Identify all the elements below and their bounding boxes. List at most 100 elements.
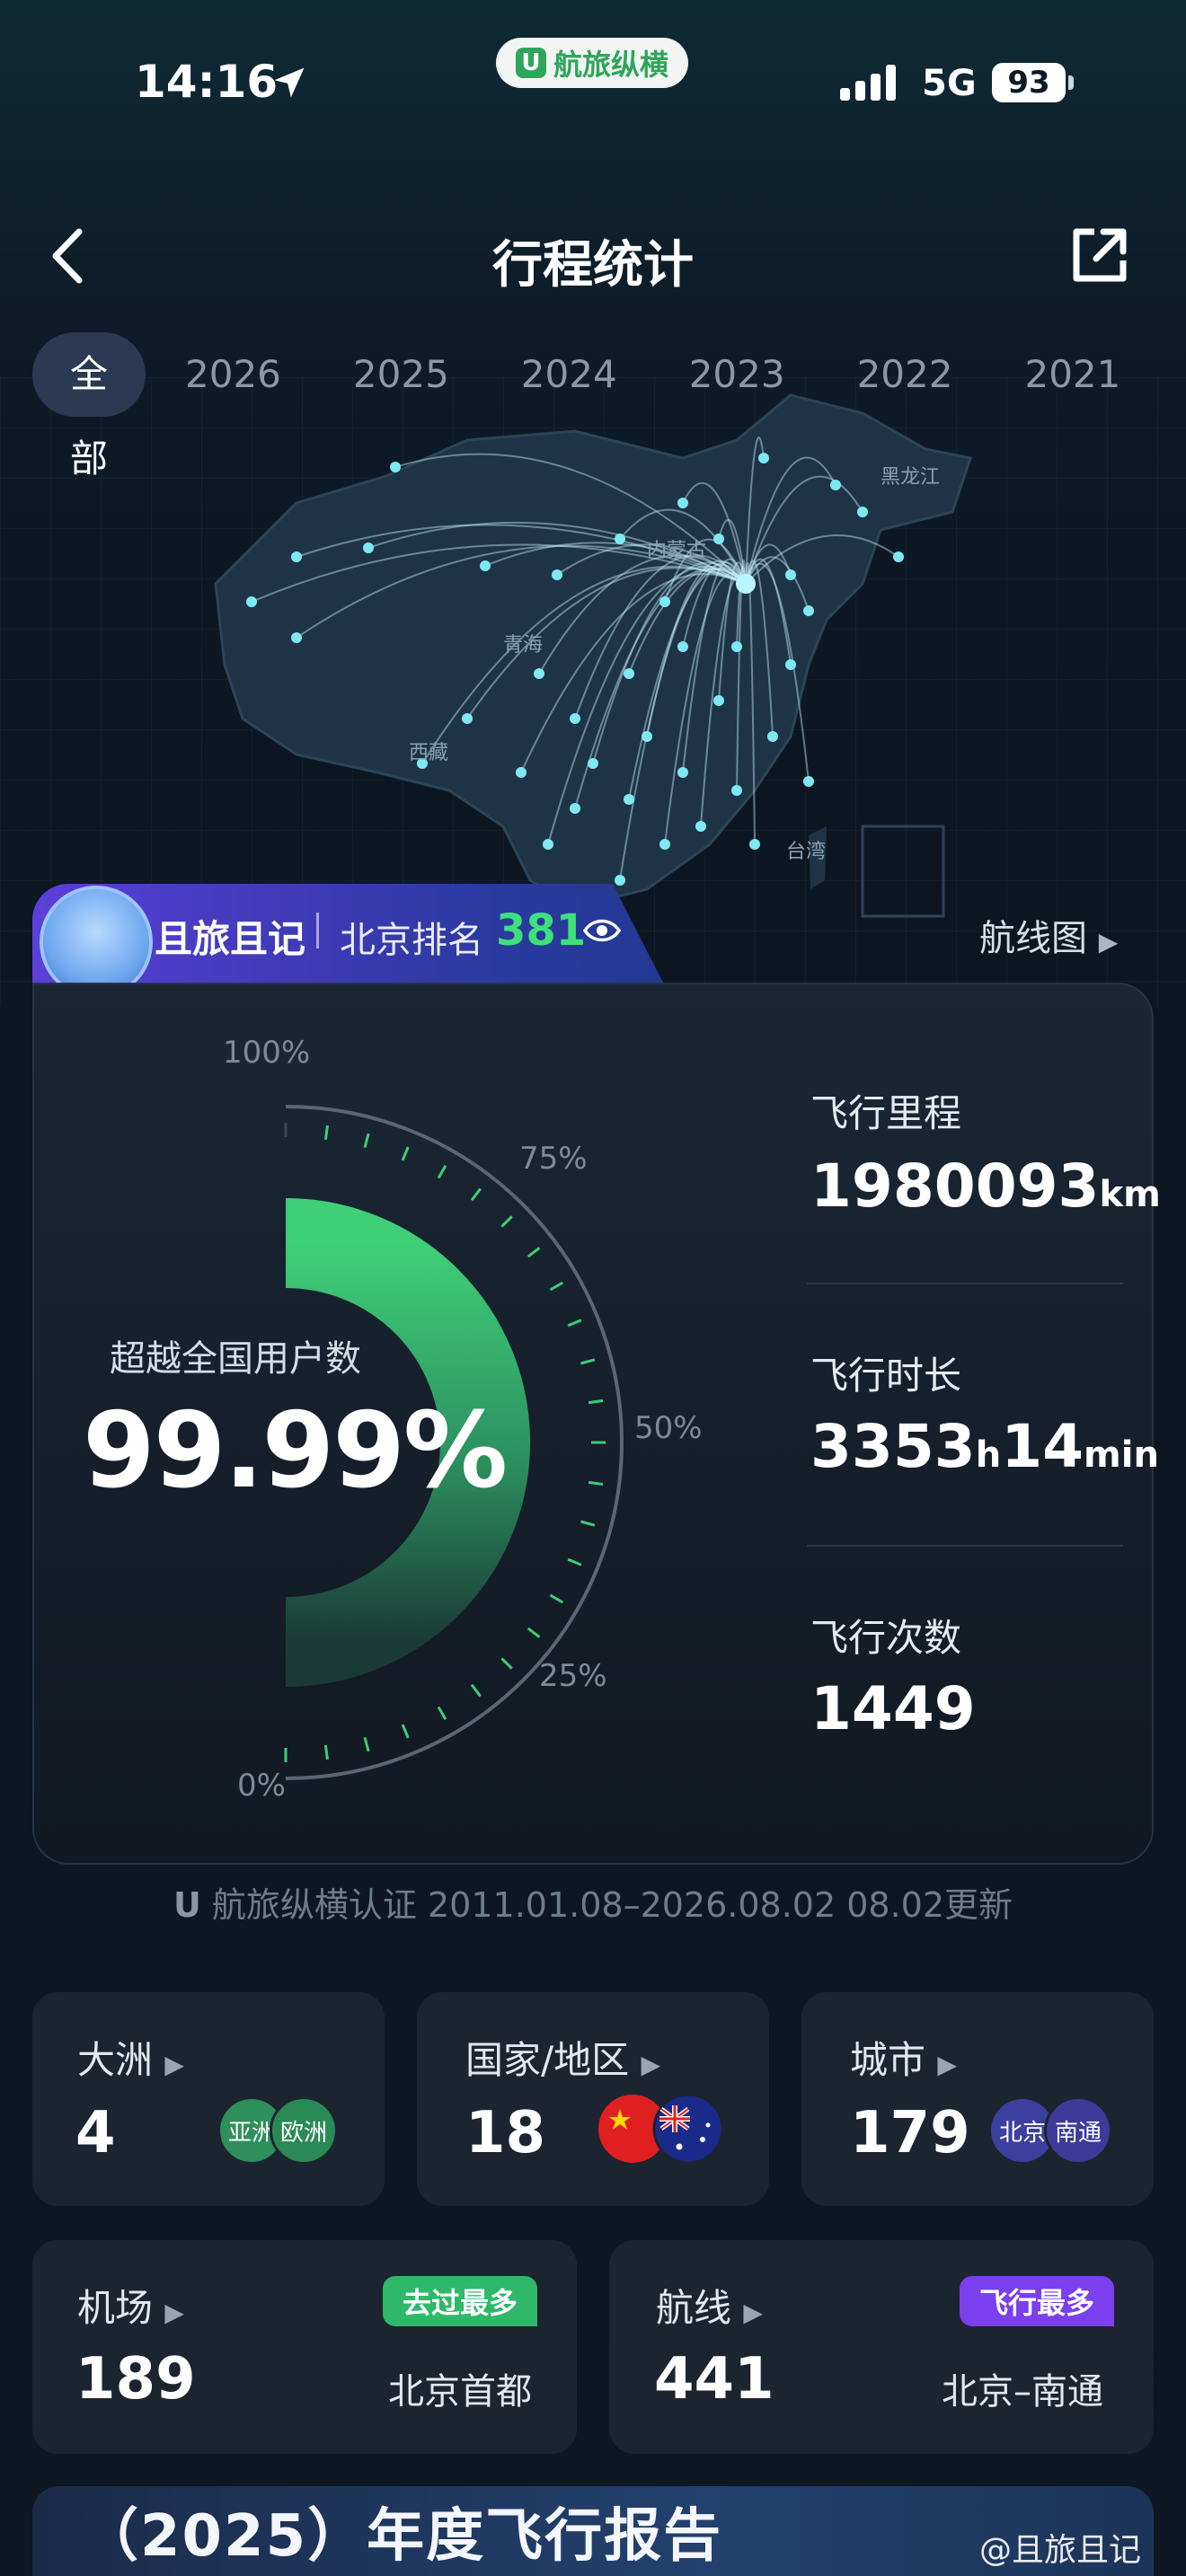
share-icon[interactable] [1067, 225, 1130, 287]
airport-dot [659, 839, 670, 850]
airports-value: 189 [75, 2346, 196, 2413]
duration-hours: 3353 [810, 1412, 976, 1481]
most-flown-route: 北京–南通 [942, 2371, 1103, 2413]
gauge-tick-mark [363, 1737, 370, 1752]
gauge-tick-mark [363, 1133, 370, 1148]
eye-icon[interactable] [582, 914, 622, 947]
flights-label: 飞行次数 [810, 1616, 962, 1660]
gauge-tick-mark [323, 1125, 329, 1141]
airport-dot [570, 803, 580, 814]
airport-dot [390, 462, 401, 472]
airport-dot [642, 731, 652, 742]
gauge-tick-mark [470, 1187, 482, 1202]
most-visited-airport: 北京首都 [388, 2371, 532, 2413]
airport-dot [534, 668, 544, 679]
caret-right-icon: ▶ [937, 2050, 957, 2079]
stats-divider [807, 1545, 1123, 1547]
duration-minutes-unit: min [1084, 1434, 1159, 1476]
south-sea-inset [861, 825, 945, 918]
gauge-tick-0: 0% [237, 1768, 286, 1804]
distance-label: 飞行里程 [810, 1091, 962, 1135]
routes-card[interactable]: 航线 ▶ 441 飞行最多 北京–南通 [609, 2240, 1154, 2454]
airport-dot [857, 507, 868, 517]
most-flown-tag: 飞行最多 [960, 2276, 1115, 2326]
gauge-tick-25: 25% [539, 1658, 607, 1694]
cities-label: 城市 ▶ [850, 2038, 957, 2082]
verification-note: U 航旅纵横认证 2011.01.08–2026.08.02 08.02更新 [0, 1877, 1186, 1927]
airport-dot [570, 713, 580, 724]
annual-report-title: （2025）年度飞行报告 [81, 2503, 723, 2570]
gauge-tick-mark [588, 1399, 604, 1405]
gauge-tick-mark [470, 1683, 482, 1698]
map-label-taiwan: 台湾 [786, 840, 826, 862]
airport-dot [552, 569, 562, 580]
banner-separator [316, 913, 319, 948]
duration-value-row: 3353h14min [810, 1412, 1159, 1481]
user-name: 且旅且记 [155, 917, 306, 961]
gauge-tick-mark [527, 1247, 541, 1258]
gauge-tick-mark [437, 1164, 447, 1179]
airport-dot [659, 596, 670, 607]
gauge-tick-mark [580, 1358, 596, 1365]
cities-value: 179 [850, 2100, 970, 2166]
airport-dot [624, 668, 634, 679]
caret-right-icon: ▶ [1098, 927, 1119, 957]
airport-dot [695, 821, 706, 832]
countries-label: 国家/地区 ▶ [465, 2038, 661, 2082]
airports-label: 机场 ▶ [77, 2286, 184, 2330]
airport-dot [713, 695, 724, 706]
gauge-tick-100: 100% [223, 1035, 311, 1071]
airport-dot [677, 498, 688, 508]
airport-dot [758, 453, 769, 463]
flights-value: 1449 [810, 1674, 976, 1743]
continents-value: 4 [75, 2100, 116, 2166]
airport-dot [830, 480, 841, 490]
location-arrow-icon [274, 67, 305, 98]
china-silhouette [214, 393, 972, 909]
distance-value-row: 1980093km [810, 1151, 1161, 1221]
flight-route-map[interactable]: 内蒙古 黑龙江 青海 西藏 台湾 [0, 377, 1186, 952]
percentile-value: 99.99% [83, 1390, 508, 1512]
gauge-tick-mark [500, 1657, 513, 1670]
routes-label: 航线 ▶ [656, 2286, 763, 2330]
gauge-tick-mark [437, 1706, 447, 1721]
rank-value: 381 [496, 905, 587, 956]
airport-dot [291, 551, 302, 562]
network-type: 5G [922, 63, 977, 104]
duration-minutes: 14 [1001, 1412, 1084, 1481]
page-title: 行程统计 [492, 236, 694, 295]
airport-dot [677, 641, 688, 652]
verification-text: 航旅纵横认证 2011.01.08–2026.08.02 08.02更新 [211, 1885, 1013, 1925]
airport-dot [363, 543, 374, 553]
continents-label: 大洲 ▶ [77, 2038, 184, 2082]
airport-dot [516, 767, 527, 778]
airports-card[interactable]: 机场 ▶ 189 去过最多 北京首都 [32, 2240, 577, 2454]
gauge-tick-mark [527, 1627, 541, 1638]
airport-dot [615, 875, 625, 886]
duration-label: 飞行时长 [810, 1354, 962, 1398]
cities-card[interactable]: 城市 ▶ 179 北京 南通 [801, 1992, 1154, 2206]
battery-tip [1068, 75, 1074, 90]
continents-card[interactable]: 大洲 ▶ 4 亚洲 欧洲 [32, 1992, 385, 2206]
watermark: @且旅且记 [979, 2532, 1142, 2569]
app-logo-icon: U [515, 48, 546, 78]
battery-icon: 93 [992, 63, 1066, 102]
gauge-tick-mark [549, 1281, 564, 1292]
gauge-tick-mark [323, 1744, 329, 1760]
airport-dot [291, 632, 302, 643]
gauge-tick-mark [549, 1593, 564, 1604]
gauge-tick-mark [567, 1319, 582, 1328]
cellular-signal-icon [840, 65, 896, 101]
countries-card[interactable]: 国家/地区 ▶ 18 [417, 1992, 769, 2206]
airport-dot [677, 767, 688, 778]
caret-right-icon: ▶ [164, 2298, 184, 2327]
gauge-tick-mark [401, 1724, 410, 1739]
airport-dot [713, 534, 724, 544]
duration-hours-unit: h [975, 1434, 1002, 1476]
app-badge[interactable]: U 航旅纵横 [496, 38, 688, 88]
map-label-neimenggu: 内蒙古 [647, 539, 706, 561]
gauge-tick-75: 75% [519, 1141, 588, 1177]
most-visited-tag: 去过最多 [383, 2276, 538, 2326]
route-map-link[interactable]: 航线图 ▶ [979, 909, 1118, 961]
distance-unit: km [1099, 1174, 1161, 1215]
